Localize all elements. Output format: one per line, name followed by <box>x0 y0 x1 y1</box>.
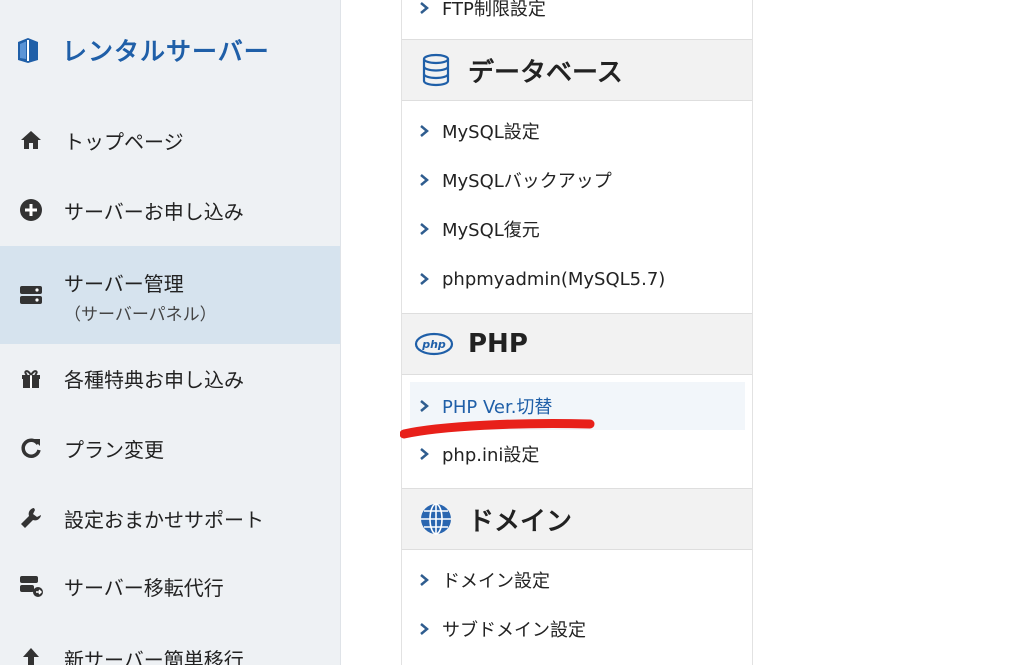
brand[interactable]: レンタルサーバー <box>14 30 270 70</box>
sidebar-item-label: 新サーバー簡単移行 <box>64 647 244 665</box>
sidebar-item-plan-change[interactable]: プラン変更 <box>0 428 340 468</box>
link-label: MySQLバックアップ <box>442 171 612 192</box>
book-icon <box>14 36 42 64</box>
sidebar-item-label: サーバー管理 <box>64 272 184 296</box>
link-label: php.ini設定 <box>442 445 540 466</box>
sidebar: レンタルサーバー トップページ サーバーお申し込み サーバー管理 （サーバーパネ… <box>0 0 341 665</box>
home-icon <box>18 127 44 153</box>
refresh-icon <box>18 435 44 461</box>
sidebar-item-label: サーバーお申し込み <box>64 199 244 224</box>
upload-icon <box>18 645 44 665</box>
chevron-right-icon <box>420 125 429 137</box>
link-phpmyadmin[interactable]: phpmyadmin(MySQL5.7) <box>402 259 752 299</box>
globe-icon <box>418 501 454 537</box>
sidebar-item-setup-support[interactable]: 設定おまかせサポート <box>0 498 340 538</box>
link-label: MySQL復元 <box>442 220 540 241</box>
sidebar-item-server-migration[interactable]: サーバー移転代行 <box>0 566 340 606</box>
section-header-database: データベース <box>402 39 752 101</box>
link-label: PHP Ver.切替 <box>442 397 553 418</box>
sidebar-item-server-management[interactable]: サーバー管理 （サーバーパネル） <box>0 246 340 344</box>
chevron-right-icon <box>420 400 429 412</box>
link-mysql-restore[interactable]: MySQL復元 <box>402 209 752 249</box>
sidebar-item-top-page[interactable]: トップページ <box>0 120 340 160</box>
section-header-domain: ドメイン <box>402 488 752 550</box>
section-title: ドメイン <box>468 506 573 537</box>
php-logo-icon: php <box>414 326 454 362</box>
sidebar-item-server-apply[interactable]: サーバーお申し込み <box>0 190 340 230</box>
database-icon <box>418 52 454 88</box>
link-label: phpmyadmin(MySQL5.7) <box>442 268 666 290</box>
sidebar-item-sublabel: （サーバーパネル） <box>64 305 217 325</box>
sidebar-item-label: 各種特典お申し込み <box>64 367 244 392</box>
chevron-right-icon <box>420 448 429 460</box>
chevron-right-icon <box>420 574 429 586</box>
link-label: サブドメイン設定 <box>442 620 586 641</box>
link-label: FTP制限設定 <box>442 0 546 20</box>
sidebar-item-label: トップページ <box>64 129 184 154</box>
gift-icon <box>18 365 44 391</box>
server-move-icon <box>18 573 44 599</box>
php-logo-text: php <box>421 338 446 351</box>
section-header-php: php PHP <box>402 313 752 375</box>
chevron-right-icon <box>420 273 429 285</box>
chevron-right-icon <box>420 223 429 235</box>
server-icon <box>18 282 44 308</box>
sidebar-item-label: 設定おまかせサポート <box>64 507 264 532</box>
chevron-right-icon <box>420 623 429 635</box>
link-label: ドメイン設定 <box>442 571 550 592</box>
link-mysql-backup[interactable]: MySQLバックアップ <box>402 160 752 200</box>
brand-title: レンタルサーバー <box>62 37 270 66</box>
sidebar-item-label: サーバー移転代行 <box>64 575 224 600</box>
link-subdomain-settings[interactable]: サブドメイン設定 <box>402 609 752 649</box>
section-title: PHP <box>468 329 528 359</box>
link-domain-settings[interactable]: ドメイン設定 <box>402 560 752 600</box>
link-ftp-restriction[interactable]: FTP制限設定 <box>402 0 752 28</box>
section-title: データベース <box>468 57 623 88</box>
sidebar-item-benefits[interactable]: 各種特典お申し込み <box>0 358 340 398</box>
chevron-right-icon <box>420 2 429 14</box>
sidebar-item-label: プラン変更 <box>64 437 164 462</box>
link-label: MySQL設定 <box>442 122 540 143</box>
wrench-icon <box>18 505 44 531</box>
chevron-right-icon <box>420 174 429 186</box>
sidebar-item-easy-migration[interactable]: 新サーバー簡単移行 <box>0 638 340 665</box>
server-panel-menu: FTP制限設定 データベース MySQL設定 MySQLバックアップ MySQL… <box>401 0 753 665</box>
link-mysql-settings[interactable]: MySQL設定 <box>402 111 752 151</box>
plus-circle-icon <box>18 197 44 223</box>
link-php-version-switch[interactable]: PHP Ver.切替 <box>410 382 745 430</box>
link-php-ini-settings[interactable]: php.ini設定 <box>402 434 752 474</box>
